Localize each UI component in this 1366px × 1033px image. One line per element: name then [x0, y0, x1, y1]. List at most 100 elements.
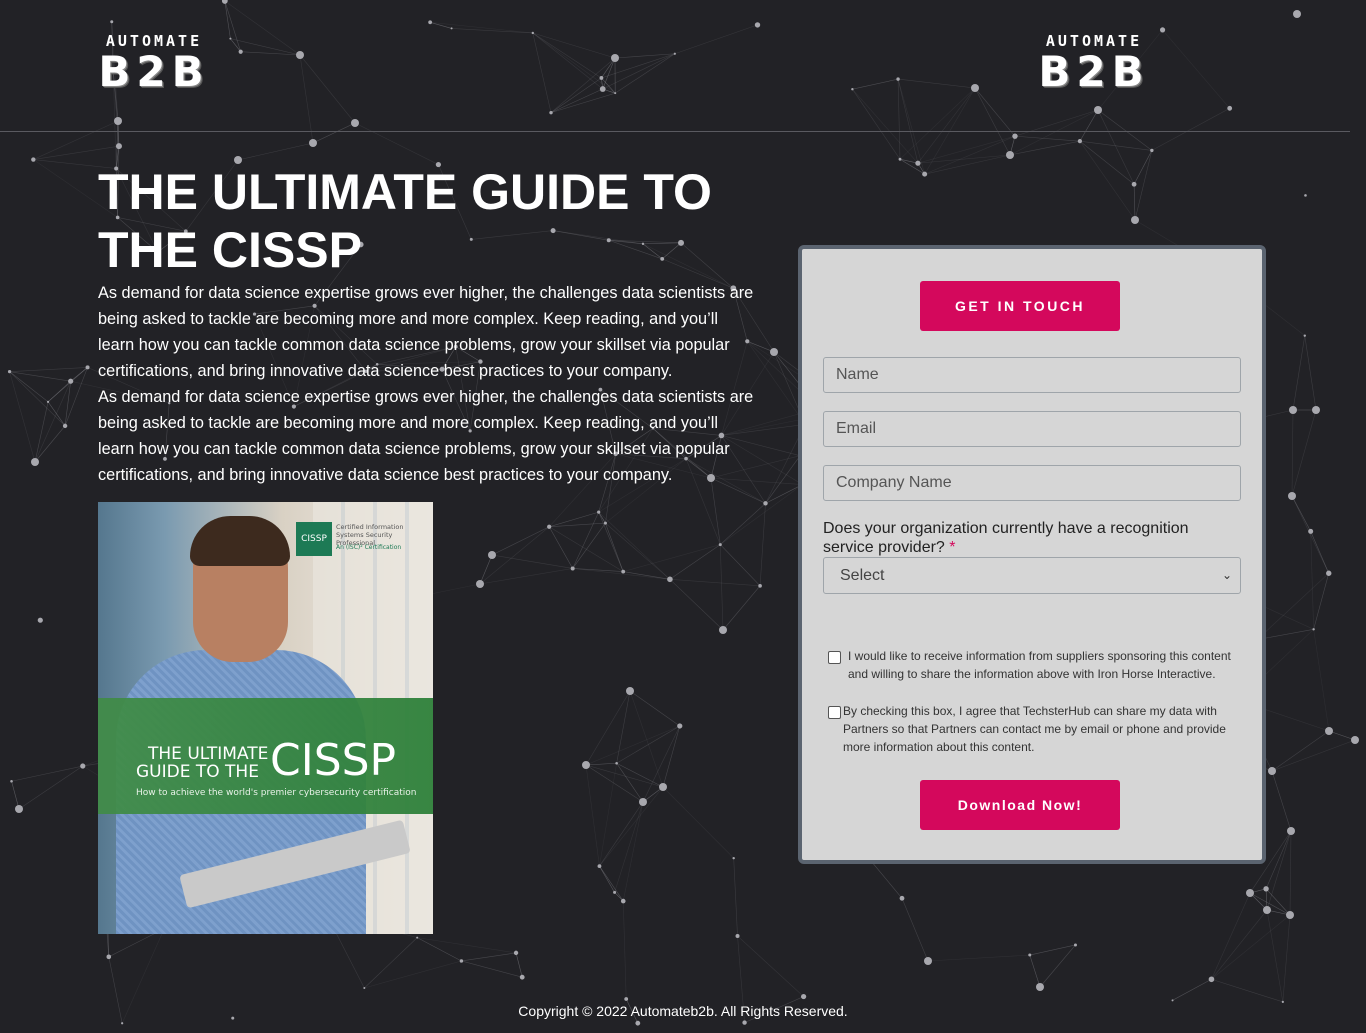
supplier-consent-checkbox[interactable]	[828, 651, 841, 664]
header-divider	[0, 131, 1350, 132]
network-line	[598, 512, 624, 572]
network-line	[1211, 978, 1283, 1003]
network-line	[9, 371, 66, 427]
network-line	[1014, 135, 1080, 142]
network-line	[1133, 150, 1153, 185]
logo-right[interactable]: AUTOMATE B2B	[1033, 33, 1155, 94]
network-node	[450, 27, 453, 30]
network-line	[974, 87, 1016, 137]
network-node	[31, 157, 36, 162]
network-node	[1293, 10, 1301, 18]
network-line	[33, 120, 119, 160]
network-node	[31, 458, 39, 466]
network-line	[34, 401, 49, 463]
recognition-provider-select[interactable]: Select ⌄	[823, 557, 1241, 594]
network-line	[674, 24, 758, 55]
network-line	[515, 952, 523, 978]
network-node	[1246, 889, 1254, 897]
get-in-touch-button[interactable]: GET IN TOUCH	[920, 281, 1120, 331]
network-line	[461, 952, 517, 962]
cover-cissp-badge: CISSP	[296, 522, 332, 556]
network-line	[1172, 979, 1212, 1001]
network-node	[309, 139, 317, 147]
network-node	[115, 143, 122, 150]
footer-copyright: Copyright © 2022 Automateb2b. All Rights…	[518, 1003, 848, 1019]
cover-title-line2: GUIDE TO THE	[136, 762, 259, 782]
network-line	[9, 371, 49, 403]
network-node	[351, 119, 359, 127]
network-node	[229, 37, 232, 40]
network-line	[1211, 892, 1251, 980]
network-node	[899, 895, 905, 901]
logo-left-big-text: B2B	[98, 47, 210, 96]
network-node	[62, 423, 68, 429]
network-node	[763, 501, 768, 506]
network-line	[1271, 770, 1292, 832]
network-line	[1079, 140, 1135, 185]
description-paragraph: As demand for data science expertise gro…	[98, 388, 754, 484]
network-node	[238, 49, 243, 54]
network-line	[1313, 573, 1330, 630]
network-line	[974, 87, 1011, 156]
network-line	[1282, 914, 1291, 1002]
network-line	[532, 32, 616, 59]
network-line	[585, 762, 617, 766]
network-line	[720, 503, 766, 545]
network-node	[1289, 406, 1297, 414]
download-now-button[interactable]: Download Now!	[920, 780, 1120, 830]
network-line	[852, 89, 919, 164]
network-line	[572, 568, 670, 580]
network-line	[9, 371, 36, 463]
logo-left[interactable]: AUTOMATE B2B	[93, 33, 215, 94]
network-line	[1266, 830, 1292, 911]
network-line	[1304, 335, 1317, 411]
network-line	[1291, 495, 1311, 532]
network-node	[68, 378, 74, 384]
chevron-down-icon: ⌄	[1221, 568, 1232, 582]
network-line	[34, 425, 66, 463]
network-node	[635, 1020, 641, 1026]
network-line	[899, 87, 976, 160]
partner-consent-checkbox[interactable]	[828, 706, 841, 719]
network-node	[1012, 133, 1018, 139]
network-line	[1211, 914, 1291, 980]
network-node	[459, 959, 464, 963]
network-node	[363, 986, 366, 989]
network-node	[924, 957, 932, 965]
network-line	[532, 32, 602, 79]
network-line	[9, 371, 71, 382]
network-node	[603, 521, 607, 525]
cover-subtitle: How to achieve the world's premier cyber…	[136, 788, 417, 798]
network-node	[1171, 999, 1174, 1002]
network-line	[1039, 944, 1076, 988]
email-input[interactable]	[823, 411, 1241, 447]
network-line	[549, 526, 624, 572]
network-line	[461, 960, 523, 978]
network-line	[585, 764, 644, 803]
select-value: Select	[840, 567, 885, 584]
network-line	[720, 484, 803, 545]
network-node	[1036, 983, 1044, 991]
network-line	[550, 88, 603, 113]
network-node	[1208, 976, 1215, 983]
network-node	[106, 954, 112, 960]
network-line	[240, 51, 301, 56]
network-line	[1271, 730, 1330, 772]
network-line	[1292, 335, 1306, 411]
network-node	[80, 763, 86, 769]
description: As demand for data science expertise gro…	[98, 280, 758, 488]
network-node	[621, 569, 626, 574]
network-node	[570, 566, 575, 571]
network-line	[1289, 830, 1292, 916]
network-node	[531, 31, 535, 35]
network-node	[476, 580, 484, 588]
network-line	[430, 21, 533, 34]
name-input[interactable]	[823, 357, 1241, 393]
network-node	[754, 22, 761, 28]
network-line	[479, 554, 493, 585]
network-node	[735, 933, 740, 938]
network-node	[1131, 181, 1137, 187]
network-node	[851, 88, 854, 91]
network-line	[924, 135, 1016, 175]
company-name-input[interactable]	[823, 465, 1241, 501]
